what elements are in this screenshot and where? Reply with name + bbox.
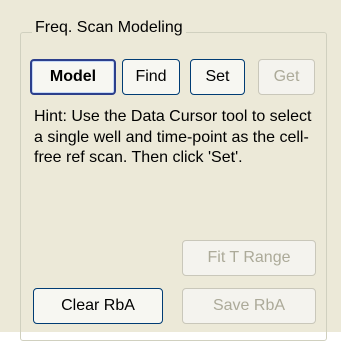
fit-t-range-button: Fit T Range — [182, 240, 316, 276]
get-button: Get — [258, 59, 315, 95]
set-button[interactable]: Set — [190, 59, 245, 95]
find-button[interactable]: Find — [122, 59, 180, 95]
groupbox-title: Freq. Scan Modeling — [32, 18, 186, 38]
save-rba-button: Save RbA — [182, 288, 316, 324]
clear-rba-button[interactable]: Clear RbA — [33, 288, 163, 324]
hint-text: Hint: Use the Data Cursor tool to select… — [34, 108, 312, 166]
model-button[interactable]: Model — [30, 59, 116, 95]
freq-scan-panel: Freq. Scan Modeling Model Find Set Get H… — [0, 0, 341, 341]
